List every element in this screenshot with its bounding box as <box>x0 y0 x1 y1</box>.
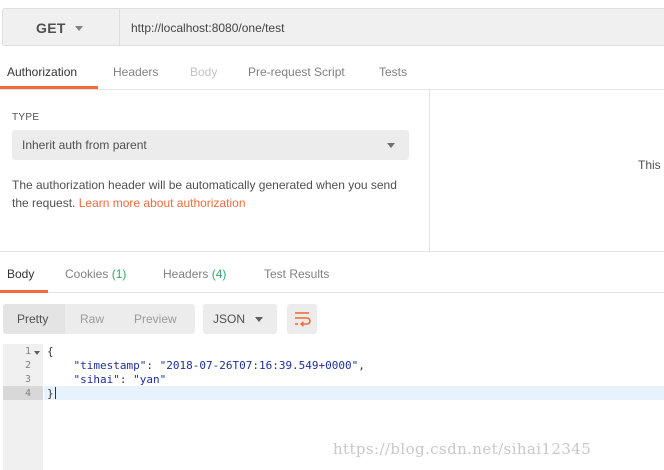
line-number: 1 <box>24 346 31 357</box>
wrap-lines-icon <box>295 312 311 327</box>
format-value: JSON <box>213 312 246 326</box>
url-text: http://localhost:8080/one/test <box>131 21 285 35</box>
json-comma: , <box>358 359 365 372</box>
response-tab-label: Headers <box>163 267 209 281</box>
auth-panel: TYPE Inherit auth from parent The author… <box>0 90 430 251</box>
response-tab-label: Test Results <box>264 267 330 281</box>
chevron-down-icon <box>387 143 395 148</box>
response-tabs: Body Cookies (1) Headers (4) Test Result… <box>0 252 664 293</box>
active-response-tab-indicator <box>0 290 48 293</box>
code-line: "timestamp": "2018-07-26T07:16:39.549+00… <box>47 359 365 372</box>
json-value: "2018-07-26T07:16:39.549+0000" <box>159 359 359 372</box>
method-selector[interactable]: GET <box>2 8 120 46</box>
cookies-count: (1) <box>111 267 127 281</box>
response-tab-cookies[interactable]: Cookies (1) <box>65 267 126 281</box>
view-raw-button[interactable]: Raw <box>80 312 104 326</box>
response-tab-label: Cookies <box>65 267 109 281</box>
text-cursor <box>55 387 56 399</box>
line-number: 2 <box>24 360 31 371</box>
code-line: { <box>47 345 54 358</box>
json-key: "timestamp" <box>73 359 147 372</box>
tab-tests[interactable]: Tests <box>379 65 407 79</box>
wrap-lines-button[interactable] <box>287 304 317 334</box>
tab-body[interactable]: Body <box>190 65 217 79</box>
response-tab-label: Body <box>7 267 35 281</box>
auth-type-value: Inherit auth from parent <box>22 138 147 152</box>
headers-count: (4) <box>211 267 227 281</box>
code-line: } <box>47 387 54 400</box>
json-value: "yan" <box>133 373 167 386</box>
tab-pre-request-script[interactable]: Pre-request Script <box>248 65 345 79</box>
response-tab-body[interactable]: Body <box>7 267 34 281</box>
learn-more-link[interactable]: Learn more about authorization <box>79 196 246 210</box>
active-line-highlight <box>44 386 664 400</box>
code-brace: } <box>47 387 54 400</box>
chevron-down-icon <box>255 317 263 322</box>
active-tab-indicator <box>0 86 98 89</box>
auth-description: The authorization header will be automat… <box>12 176 412 212</box>
json-separator: : <box>119 373 134 386</box>
code-line: "sihai": "yan" <box>47 373 167 386</box>
json-key: "sihai" <box>73 373 120 386</box>
code-brace: { <box>47 345 54 358</box>
url-bar: GET http://localhost:8080/one/test <box>0 0 664 56</box>
auth-help-text: This <box>638 158 661 172</box>
tab-authorization[interactable]: Authorization <box>7 65 77 79</box>
line-number: 3 <box>24 374 31 385</box>
response-tab-headers[interactable]: Headers (4) <box>163 267 226 281</box>
line-number: 4 <box>24 388 31 399</box>
tab-headers[interactable]: Headers <box>113 65 158 79</box>
method-label: GET <box>36 20 66 36</box>
view-preview-button[interactable]: Preview <box>134 312 177 326</box>
watermark: https://blog.csdn.net/sihai12345 <box>333 440 592 458</box>
fold-caret-icon[interactable] <box>34 351 40 355</box>
view-mode-group: Pretty Raw Preview <box>3 304 195 334</box>
view-pretty-button[interactable]: Pretty <box>17 312 48 326</box>
auth-type-select[interactable]: Inherit auth from parent <box>12 130 409 160</box>
response-tab-test-results[interactable]: Test Results <box>264 267 329 281</box>
format-select[interactable]: JSON <box>203 304 277 334</box>
chevron-down-icon <box>75 26 83 31</box>
auth-type-label: TYPE <box>12 112 40 123</box>
url-input[interactable]: http://localhost:8080/one/test <box>119 8 664 46</box>
json-separator: : <box>146 359 160 372</box>
request-tabs: Authorization Headers Body Pre-request S… <box>0 56 664 90</box>
